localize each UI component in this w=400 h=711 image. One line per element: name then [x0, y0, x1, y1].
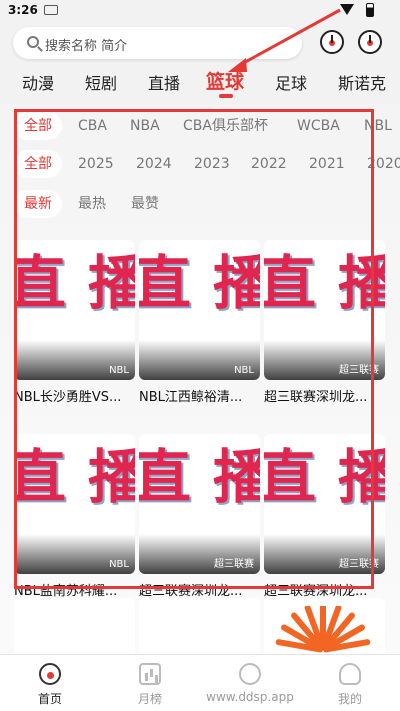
- discover-icon: [239, 663, 261, 685]
- nav-home[interactable]: 首页: [0, 655, 100, 711]
- home-icon: [39, 663, 61, 685]
- nav-discover[interactable]: www.ddsp.app: [200, 655, 300, 711]
- annotation-arrow: [228, 8, 341, 72]
- nav-label: 首页: [37, 692, 62, 706]
- nav-label: www.ddsp.app: [206, 690, 294, 704]
- nav-ranking[interactable]: 月榜: [100, 655, 200, 711]
- nav-label: 月榜: [137, 692, 162, 706]
- video-card[interactable]: [14, 598, 135, 654]
- ranking-icon: [139, 663, 161, 685]
- annotation-highlight-box: [14, 109, 374, 589]
- nav-profile[interactable]: 我的: [300, 655, 400, 711]
- profile-icon: [339, 663, 361, 685]
- sunburst-logo-icon: [268, 606, 378, 654]
- bottom-navigation: 首页 月榜 www.ddsp.app 我的: [0, 654, 400, 711]
- video-card[interactable]: [139, 598, 260, 654]
- nav-label: 我的: [337, 692, 362, 706]
